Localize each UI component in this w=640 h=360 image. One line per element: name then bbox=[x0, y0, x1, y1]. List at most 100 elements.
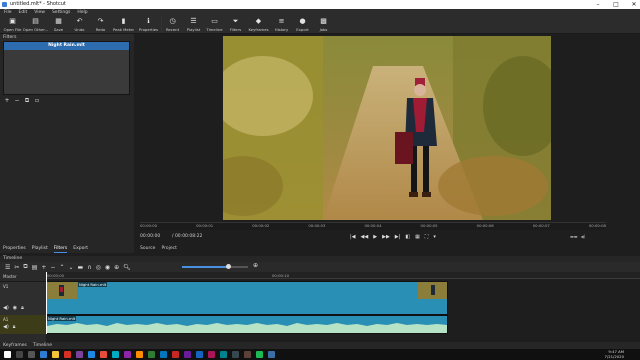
overwrite-icon[interactable]: ⌄ bbox=[68, 264, 73, 271]
peak-meter-button[interactable]: ▮ Peak Meter bbox=[111, 16, 136, 34]
lift-icon[interactable]: ⌃ bbox=[59, 264, 64, 271]
skip-to-start-icon[interactable]: |◀ bbox=[350, 234, 356, 240]
open-file-button[interactable]: ▣ Open File bbox=[2, 16, 23, 34]
maximize-icon[interactable]: □ bbox=[612, 0, 620, 9]
history-button[interactable]: ≡ History bbox=[271, 16, 292, 34]
mute-icon[interactable]: ◀) bbox=[3, 305, 9, 311]
shotcut-taskbar-icon[interactable] bbox=[268, 351, 275, 358]
tab-keyframes[interactable]: Keyframes bbox=[3, 342, 27, 349]
ripple-all-icon[interactable]: ⊕ bbox=[114, 264, 119, 271]
tab-playlist[interactable]: Playlist bbox=[32, 244, 48, 253]
taskbar-clock[interactable]: 9:47 AM 7/21/2020 bbox=[605, 349, 624, 359]
filters-selected-clip[interactable]: Night Rain.mlt bbox=[4, 42, 129, 50]
filters-list[interactable]: Night Rain.mlt bbox=[3, 41, 130, 95]
tab-project[interactable]: Project bbox=[161, 246, 176, 251]
menu-file[interactable]: File bbox=[4, 9, 12, 16]
properties-button[interactable]: ℹ Properties bbox=[136, 16, 161, 34]
export-button[interactable]: ● Export bbox=[292, 16, 313, 34]
menu-icon[interactable]: ☰ bbox=[5, 264, 10, 271]
app-icon[interactable] bbox=[88, 351, 95, 358]
playlist-button[interactable]: ☰ Playlist bbox=[183, 16, 204, 34]
scrub-icon[interactable]: ◎ bbox=[96, 264, 101, 271]
app-icon[interactable] bbox=[196, 351, 203, 358]
audio-clip[interactable] bbox=[46, 315, 448, 334]
app-icon[interactable] bbox=[160, 351, 167, 358]
jobs-button[interactable]: ▩ Jobs bbox=[313, 16, 334, 34]
append-icon[interactable]: + bbox=[41, 264, 46, 271]
app-icon[interactable] bbox=[244, 351, 251, 358]
app-icon[interactable] bbox=[220, 351, 227, 358]
app-icon[interactable] bbox=[100, 351, 107, 358]
tab-filters[interactable]: Filters bbox=[53, 244, 68, 253]
app-icon[interactable] bbox=[184, 351, 191, 358]
tab-source[interactable]: Source bbox=[140, 246, 155, 251]
cut-icon[interactable]: ✂ bbox=[14, 264, 19, 271]
timeline-playhead[interactable] bbox=[46, 272, 47, 334]
timeline-ruler[interactable]: 00:00:00 00:00:10 bbox=[46, 272, 640, 279]
copy-filter-icon[interactable]: ⧉ bbox=[24, 98, 30, 104]
keyframes-button[interactable]: ◆ Keyframes bbox=[246, 16, 271, 34]
tab-properties[interactable]: Properties bbox=[3, 244, 26, 253]
fast-forward-icon[interactable]: ▶▶ bbox=[382, 234, 390, 240]
close-icon[interactable]: ✕ bbox=[630, 0, 638, 9]
tab-export[interactable]: Export bbox=[73, 244, 88, 253]
remove-icon[interactable]: − bbox=[50, 264, 55, 271]
timeline-button[interactable]: ▭ Timeline bbox=[204, 16, 225, 34]
mute-icon[interactable]: ◀) bbox=[3, 324, 9, 330]
track-header-v1[interactable]: V1 ◀) ◉ 🔒︎ bbox=[0, 281, 46, 315]
play-icon[interactable]: ▶ bbox=[373, 234, 377, 240]
volume-slider[interactable]: ▬▬ bbox=[570, 234, 578, 239]
track-header-a1[interactable]: A1 ◀) 🔒︎ bbox=[0, 315, 46, 334]
zoom-in-icon[interactable]: ⊕ bbox=[253, 262, 258, 269]
fullscreen-icon[interactable]: ⛶ bbox=[425, 234, 429, 240]
app-icon[interactable] bbox=[208, 351, 215, 358]
filters-button[interactable]: ⏷ Filters bbox=[225, 16, 246, 34]
app-icon[interactable] bbox=[172, 351, 179, 358]
recent-button[interactable]: ◷ Recent bbox=[162, 16, 183, 34]
app-icon[interactable] bbox=[76, 351, 83, 358]
edge-icon[interactable] bbox=[40, 351, 47, 358]
menu-settings[interactable]: Settings bbox=[52, 9, 70, 16]
search-icon[interactable] bbox=[16, 351, 23, 358]
paste-icon[interactable]: ▤ bbox=[32, 264, 38, 271]
hide-icon[interactable]: ◉ bbox=[13, 305, 17, 311]
rewind-icon[interactable]: ◀◀ bbox=[361, 234, 369, 240]
add-filter-icon[interactable]: + bbox=[4, 98, 10, 104]
zoom-slider[interactable] bbox=[182, 264, 248, 269]
split-icon[interactable]: ▬ bbox=[78, 264, 84, 271]
task-view-icon[interactable] bbox=[28, 351, 35, 358]
undo-button[interactable]: ↶ Undo bbox=[69, 16, 90, 34]
zoom-out-icon[interactable]: 🔍︎ bbox=[123, 264, 131, 271]
menu-help[interactable]: Help bbox=[77, 9, 87, 16]
grid-icon[interactable]: ▦ bbox=[415, 234, 420, 240]
file-explorer-icon[interactable] bbox=[52, 351, 59, 358]
windows-start-icon[interactable] bbox=[4, 351, 11, 358]
open-other-button[interactable]: ▤ Open Other... bbox=[23, 16, 48, 34]
chrome-icon[interactable] bbox=[64, 351, 71, 358]
lock-icon[interactable]: 🔒︎ bbox=[13, 324, 16, 330]
menu-edit[interactable]: Edit bbox=[19, 9, 28, 16]
menu-view[interactable]: View bbox=[34, 9, 45, 16]
app-icon[interactable] bbox=[124, 351, 131, 358]
toggle-zoom-icon[interactable]: ◧ bbox=[405, 234, 410, 240]
skip-to-end-icon[interactable]: ▶| bbox=[395, 234, 401, 240]
more-icon[interactable]: ▾ bbox=[433, 234, 436, 240]
app-icon[interactable] bbox=[136, 351, 143, 358]
player-scrubber[interactable]: 00:00:00 00:00:01 00:00:02 00:00:03 00:0… bbox=[140, 222, 606, 230]
app-icon[interactable] bbox=[112, 351, 119, 358]
spotify-icon[interactable] bbox=[256, 351, 263, 358]
video-preview[interactable] bbox=[223, 36, 551, 220]
minimize-icon[interactable]: – bbox=[594, 0, 602, 9]
volume-icon[interactable]: ◀) bbox=[581, 234, 586, 239]
copy-icon[interactable]: ⧉ bbox=[23, 263, 27, 271]
remove-filter-icon[interactable]: − bbox=[14, 98, 20, 104]
app-icon[interactable] bbox=[148, 351, 155, 358]
lock-icon[interactable]: 🔒︎ bbox=[21, 305, 24, 311]
app-icon[interactable] bbox=[232, 351, 239, 358]
ripple-icon[interactable]: ◉ bbox=[105, 264, 110, 271]
redo-button[interactable]: ↷ Redo bbox=[90, 16, 111, 34]
zoom-slider-handle[interactable] bbox=[226, 264, 231, 269]
save-button[interactable]: ▦ Save bbox=[48, 16, 69, 34]
position-timecode[interactable]: 00:00:00 bbox=[140, 233, 160, 241]
snap-icon[interactable]: ∩ bbox=[87, 264, 91, 271]
